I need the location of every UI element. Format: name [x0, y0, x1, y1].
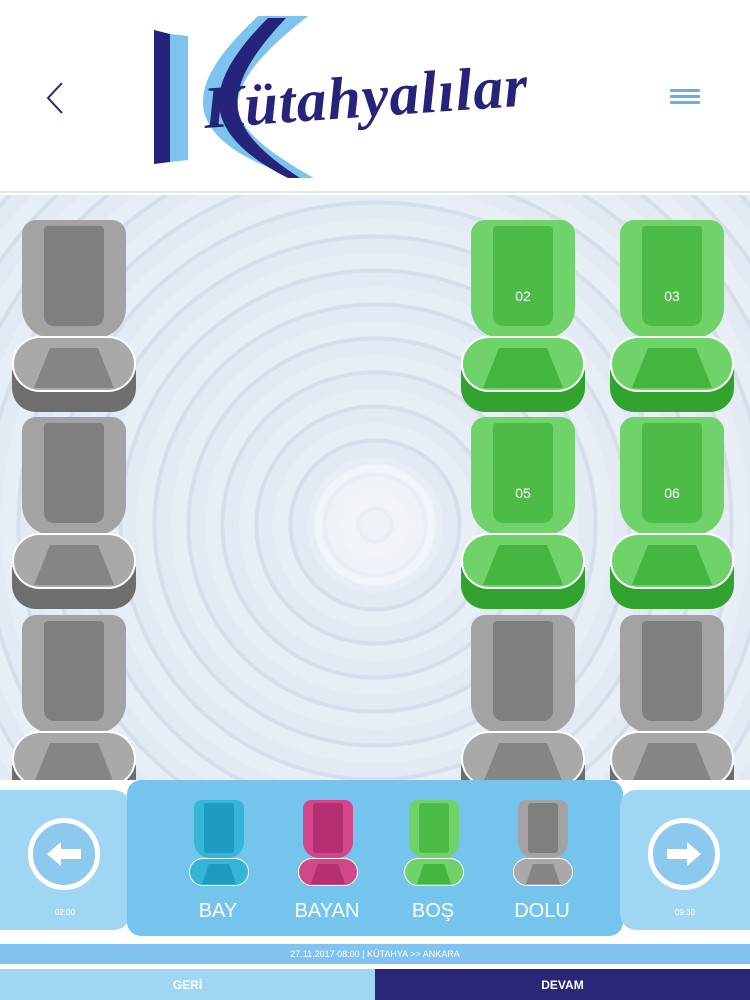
continue-button[interactable]: DEVAM [375, 969, 750, 1000]
seat-05[interactable]: 05 [461, 417, 585, 609]
seat-legend: BAY BAYAN BOŞ DOLU [127, 780, 623, 936]
seat-06[interactable]: 06 [610, 417, 734, 609]
menu-button[interactable] [670, 86, 700, 110]
brand-logo: Kütahyalılar [148, 12, 608, 182]
trip-info-bar: 27.11.2017 08:00 | KÜTAHYA >> ANKARA [0, 944, 750, 964]
legend-label: BAY [198, 900, 238, 922]
seat-left-1[interactable] [12, 220, 136, 412]
seat-03[interactable]: 03 [610, 220, 734, 412]
seat-map: 02 03 05 06 [0, 195, 750, 780]
empty-seat-icon [404, 800, 464, 892]
full-seat-icon [513, 800, 573, 892]
seat-number: 06 [664, 485, 680, 501]
back-action-button[interactable]: GERİ [0, 969, 375, 1000]
legend-label: BAYAN [294, 900, 360, 922]
legend-dolu: DOLU [487, 800, 597, 930]
chevron-left-icon [46, 82, 63, 114]
prev-trip-button[interactable] [28, 818, 100, 890]
legend-bos: BOŞ [378, 800, 488, 930]
seat-number: 02 [515, 288, 531, 304]
seat-02[interactable]: 02 [461, 220, 585, 412]
seat-number: 05 [515, 485, 531, 501]
arrow-left-icon [47, 842, 81, 866]
seat-number: 03 [664, 288, 680, 304]
app-header: Kütahyalılar [0, 0, 750, 193]
legend-bar: 02:00 BAY BAYAN BOŞ DOLU 09:30 [0, 780, 750, 943]
next-trip-panel: 09:30 [620, 790, 750, 930]
prev-trip-panel: 02:00 [0, 790, 130, 930]
legend-label: BOŞ [411, 900, 455, 922]
female-seat-icon [298, 800, 358, 892]
seat-left-2[interactable] [12, 417, 136, 609]
legend-bayan: BAYAN [272, 800, 382, 930]
next-trip-time: 09:30 [674, 908, 696, 917]
seat-right-row3-a[interactable] [461, 615, 585, 780]
legend-bay: BAY [163, 800, 273, 930]
legend-label: DOLU [514, 900, 570, 922]
prev-trip-time: 02:00 [54, 908, 76, 917]
male-seat-icon [189, 800, 249, 892]
back-button[interactable] [40, 78, 70, 118]
next-trip-button[interactable] [648, 818, 720, 890]
hamburger-menu-icon [670, 89, 700, 92]
arrow-right-icon [667, 842, 701, 866]
action-buttons: GERİ DEVAM [0, 969, 750, 1000]
seat-left-3[interactable] [12, 615, 136, 780]
seat-right-row3-b[interactable] [610, 615, 734, 780]
